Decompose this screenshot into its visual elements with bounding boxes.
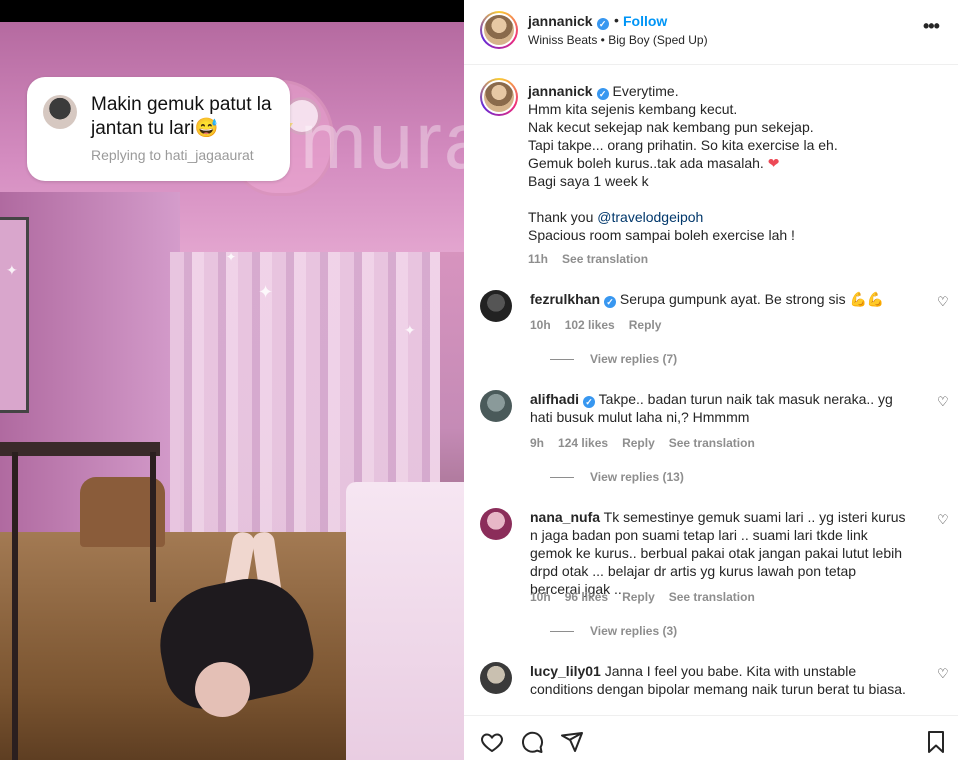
sticker-replying-to: Replying to hati_jagaaurat [91,147,254,163]
author-username[interactable]: jannanick ✓ [528,13,609,30]
post-header: jannanick ✓ • Follow Winiss Beats • Big B… [464,0,958,65]
commenter-avatar[interactable] [480,290,512,322]
comment-text: alifhadi ✓ Takpe.. badan turun naik tak m… [530,391,893,425]
caption-username[interactable]: jannanick ✓ [528,83,609,100]
comment-icon[interactable] [520,730,544,754]
reply-button[interactable]: Reply [629,318,662,332]
sparkle-icon: ✦ [258,282,274,302]
comment-text: fezrulkhan ✓ Serupa gumpunk ayat. Be stro… [530,291,885,308]
commenter-avatar[interactable] [480,508,512,540]
sparkle-icon: ✦ [6,262,18,278]
desk-leg [150,452,156,602]
music-info[interactable]: Winiss Beats • Big Boy (Sped Up) [528,33,708,47]
verified-badge-icon: ✓ [604,296,617,308]
reply-button[interactable]: Reply [622,436,655,450]
more-icon[interactable]: ••• [923,16,940,37]
sparkle-icon: ✦ [404,322,416,338]
comment-meta: 10h 96 likes Reply See translation [530,590,769,604]
verified-badge-icon: ✓ [596,88,609,100]
separator-dot: • [614,12,619,28]
comment-likes[interactable]: 124 likes [558,436,608,450]
post-actions-bar [464,715,958,761]
reply-sticker: Makin gemuk patut la jantan tu lari😅 Rep… [27,77,290,181]
comment-like-heart-icon[interactable]: ♡ [937,512,951,527]
mention-link[interactable]: @travelodgeipoh [597,209,703,225]
caption-body: jannanick ✓ Everytime. Hmm kita sejenis k… [528,82,928,244]
comment-like-heart-icon[interactable]: ♡ [937,394,951,409]
bookmark-icon[interactable] [924,730,948,754]
share-icon[interactable] [560,730,584,754]
comment-like-heart-icon[interactable]: ♡ [937,294,951,309]
comment-text: lucy_lily01 Janna I feel you babe. Kita … [530,663,906,697]
mirror [0,217,29,413]
see-translation-link[interactable]: See translation [562,252,648,266]
comment-time: 10h [530,590,551,604]
post-media[interactable]: ✦ ✦ ✦ ✦ murai Makin gemuk patut la janta… [0,0,464,760]
verified-badge-icon: ✓ [583,396,596,408]
commenter-avatar[interactable] [480,390,512,422]
see-translation-link[interactable]: See translation [669,590,755,604]
commenter-avatar[interactable] [480,662,512,694]
commenter-username[interactable]: alifhadi ✓ [530,391,596,408]
watermark-text: murai [300,96,464,185]
caption-meta: 11h See translation [528,252,662,266]
comment-text: nana_nufa Tk semestinye gemuk suami lari… [530,509,906,597]
person-head [195,662,250,717]
follow-button[interactable]: Follow [623,13,667,29]
commenter-username[interactable]: nana_nufa [530,509,600,525]
heart-icon[interactable] [480,730,504,754]
comment-time: 10h [530,318,551,332]
sparkle-icon: ✦ [226,250,237,264]
see-translation-link[interactable]: See translation [669,436,755,450]
caption-time: 11h [528,252,549,266]
sticker-avatar [43,95,77,129]
view-replies-button[interactable]: View replies (13) [550,470,684,484]
caption-text: Everytime. Hmm kita sejenis kembang kecu… [528,83,838,243]
media-top-bar [0,0,464,22]
desk [0,442,160,456]
verified-badge-icon: ✓ [596,18,609,30]
desk-leg [12,452,18,760]
comment-meta: 10h 102 likes Reply [530,318,675,332]
commenter-username[interactable]: fezrulkhan ✓ [530,291,617,308]
caption-avatar[interactable] [480,78,518,116]
view-replies-button[interactable]: View replies (7) [550,352,677,366]
reply-button[interactable]: Reply [622,590,655,604]
post-panel: jannanick ✓ • Follow Winiss Beats • Big B… [464,0,958,761]
comment-likes[interactable]: 96 likes [565,590,608,604]
view-replies-button[interactable]: View replies (3) [550,624,677,638]
sticker-text: Makin gemuk patut la jantan tu lari😅 [91,94,272,139]
comment-time: 9h [530,436,545,450]
bed [346,482,464,760]
comment-meta: 9h 124 likes Reply See translation [530,436,769,450]
red-heart-emoji: ❤ [767,155,780,171]
author-avatar[interactable] [480,11,518,49]
comment-likes[interactable]: 102 likes [565,318,615,332]
comment-like-heart-icon[interactable]: ♡ [937,666,951,681]
commenter-username[interactable]: lucy_lily01 [530,663,601,679]
